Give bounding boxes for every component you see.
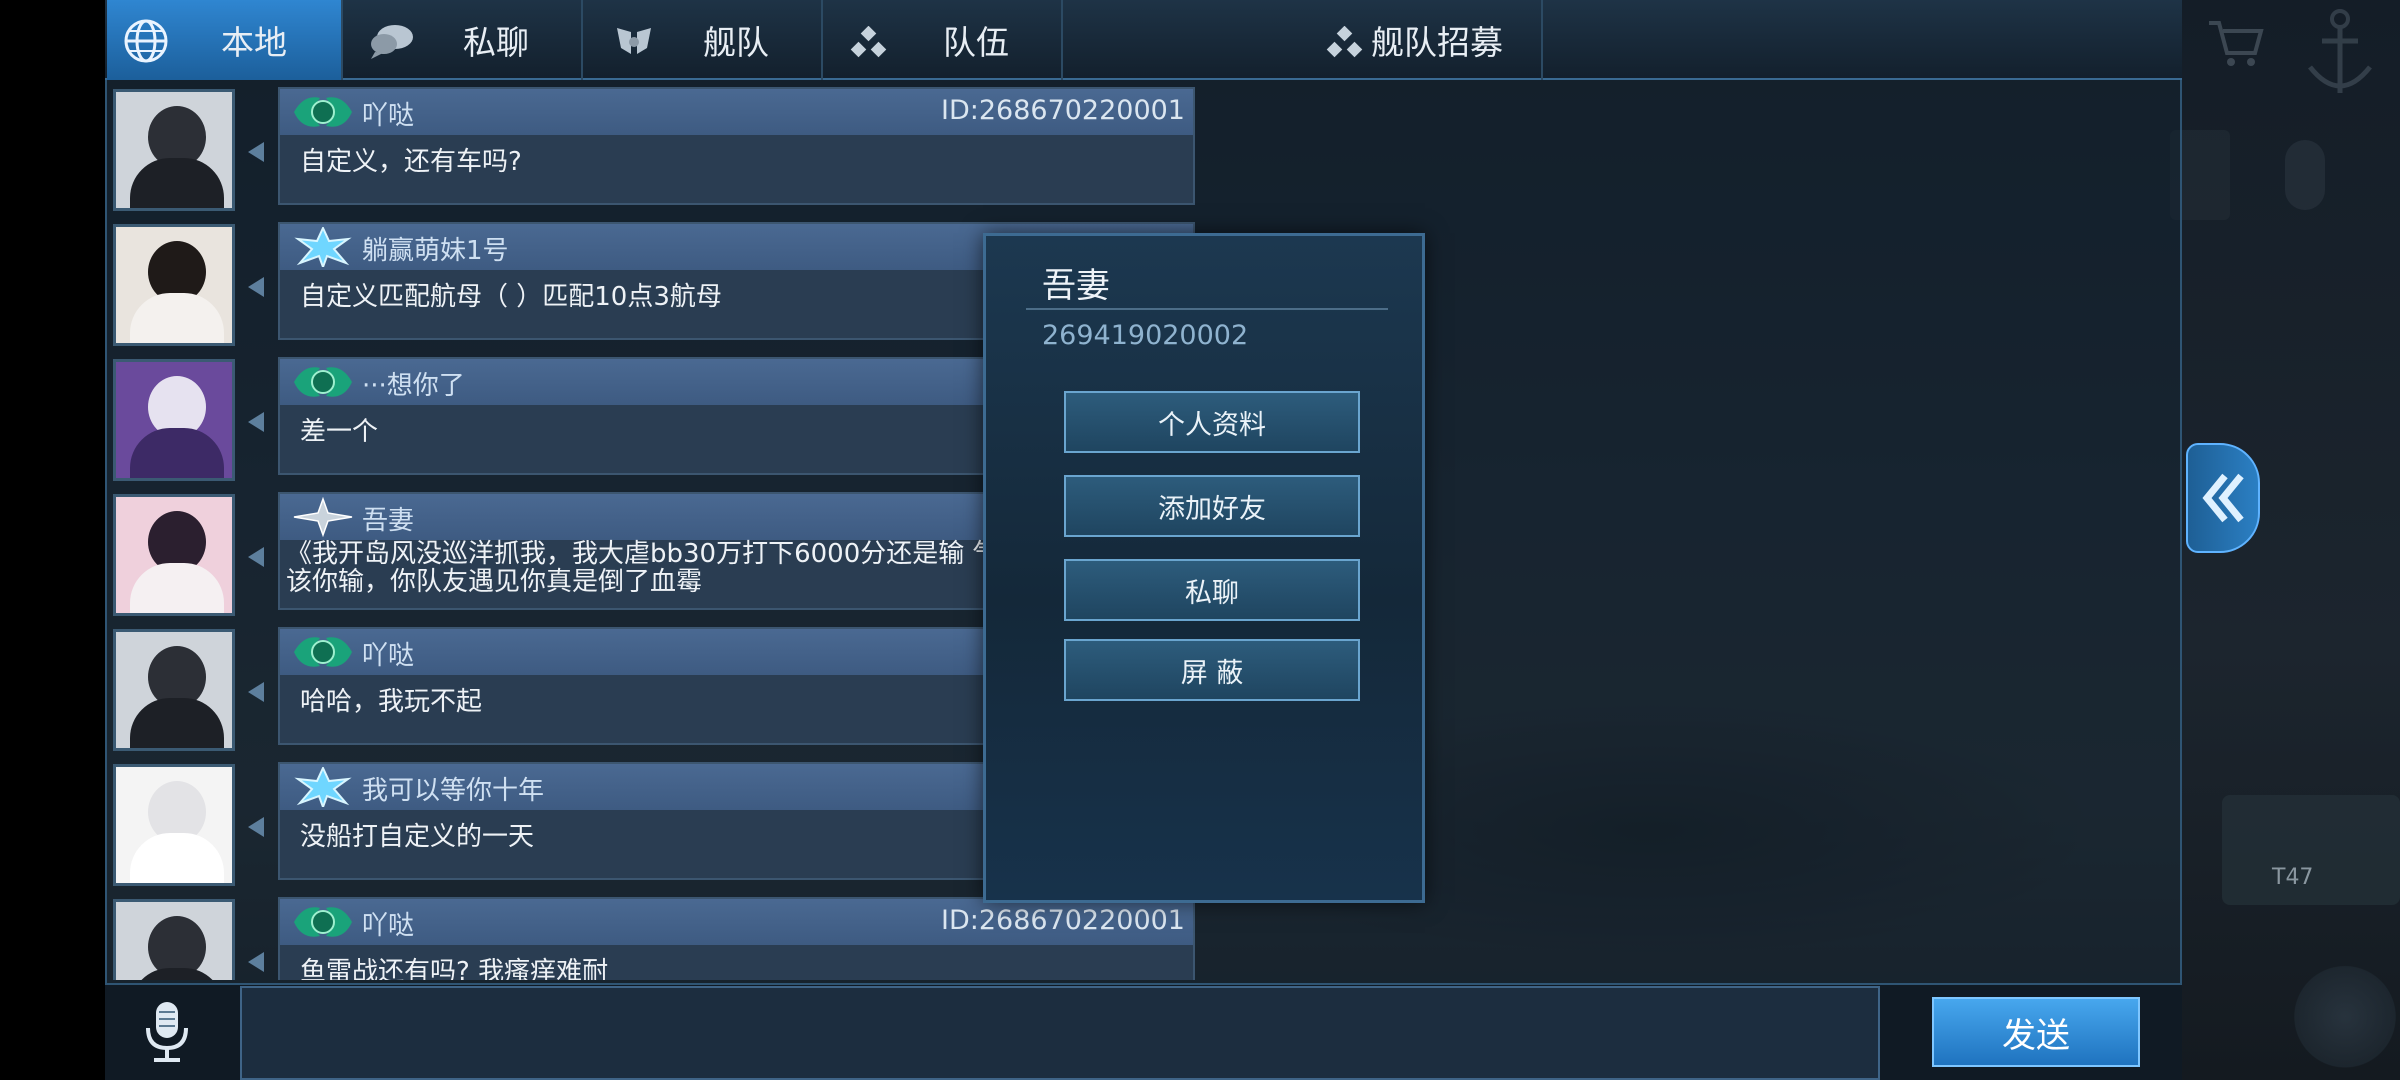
dim-arrow (2285, 140, 2325, 210)
anchor-icon[interactable] (2300, 5, 2380, 105)
green-laurel-badge-icon (294, 637, 352, 667)
sender-name[interactable]: ···想你了 (362, 365, 465, 402)
collapse-chat-button[interactable] (2186, 443, 2260, 553)
block-button[interactable]: 屏 蔽 (1064, 639, 1360, 701)
avatar[interactable] (113, 629, 235, 751)
player-context-menu: 吾妻 269419020002 个人资料 添加好友 私聊 屏 蔽 (983, 233, 1425, 903)
bubble-pointer (248, 682, 264, 702)
tab-label: 队伍 (943, 23, 1009, 62)
message-bubble: 吖哒 ID:268670220001 自定义，还有车吗? (278, 87, 1195, 205)
team-dots-icon (1326, 26, 1363, 58)
popup-player-id: 269419020002 (1042, 320, 1249, 351)
chat-message: 吖哒 ID:268670220001 鱼雷战还有吗? 我瘙痒难耐 (105, 897, 1195, 980)
bubble-pointer (248, 277, 264, 297)
double-chevron-left-icon (2202, 473, 2244, 523)
microphone-icon[interactable] (132, 998, 202, 1064)
crystal-star-badge-icon (294, 227, 352, 267)
add-friend-button[interactable]: 添加好友 (1064, 475, 1360, 537)
tab-label: 私聊 (463, 23, 529, 62)
avatar[interactable] (113, 89, 235, 211)
bubble-pointer (248, 412, 264, 432)
shop-cart-icon[interactable] (2205, 15, 2265, 70)
send-button[interactable]: 发送 (1932, 997, 2140, 1067)
team-dots-icon (850, 26, 887, 58)
tab-label: 舰队招募 (1371, 23, 1503, 62)
tab-fleet[interactable]: 舰队 (583, 0, 823, 80)
message-text: 自定义匹配航母（ ）匹配10点3航母 (300, 282, 722, 312)
captain-avatar[interactable] (2290, 965, 2400, 1080)
chat-message: 吖哒 ID:268670220001 自定义，还有车吗? (105, 87, 1195, 215)
tab-private[interactable]: 私聊 (343, 0, 583, 80)
private-chat-button[interactable]: 私聊 (1064, 559, 1360, 621)
bubble-pointer (248, 142, 264, 162)
bubble-pointer (248, 952, 264, 972)
tab-label: 舰队 (703, 23, 769, 62)
popup-player-name: 吾妻 (1042, 266, 1110, 306)
chat-bubble-icon (371, 25, 413, 59)
fleet-emblem-icon (617, 28, 651, 54)
message-text: 自定义，还有车吗? (300, 147, 522, 177)
message-text: 差一个 (300, 417, 379, 447)
sender-name[interactable]: 吖哒 (362, 635, 414, 672)
chat-message-input[interactable] (240, 986, 1880, 1080)
message-text: 哈哈，我玩不起 (300, 687, 483, 717)
bubble-pointer (248, 817, 264, 837)
ship-card-label: T47 (2272, 865, 2314, 890)
bubble-pointer (248, 547, 264, 567)
sender-name[interactable]: 吖哒 (362, 95, 414, 132)
ship-card[interactable]: T47 (2222, 795, 2400, 905)
sender-name[interactable]: 吾妻 (362, 500, 414, 537)
sender-id: ID:268670220001 (941, 95, 1185, 126)
avatar[interactable] (113, 224, 235, 346)
divider (1026, 308, 1388, 310)
green-laurel-badge-icon (294, 97, 352, 127)
tab-fleet-recruit[interactable]: 舰队招募 (1063, 0, 1543, 80)
view-profile-button[interactable]: 个人资料 (1064, 391, 1360, 453)
tab-label: 本地 (221, 23, 287, 62)
message-text: 鱼雷战还有吗? 我瘙痒难耐 (300, 957, 609, 980)
sender-name[interactable]: 吖哒 (362, 905, 414, 942)
sender-name[interactable]: 我可以等你十年 (362, 770, 544, 807)
message-text: 没船打自定义的一天 (300, 822, 535, 852)
chat-tab-bar: 本地 私聊 舰队 队伍 舰队招募 (105, 0, 2182, 80)
tab-team[interactable]: 队伍 (823, 0, 1063, 80)
message-bubble: 吖哒 ID:268670220001 鱼雷战还有吗? 我瘙痒难耐 (278, 897, 1195, 980)
crystal-star-badge-icon (294, 767, 352, 807)
avatar[interactable] (113, 764, 235, 886)
green-laurel-badge-icon (294, 367, 352, 397)
avatar[interactable] (113, 359, 235, 481)
sender-id: ID:268670220001 (941, 905, 1185, 936)
avatar[interactable] (113, 494, 235, 616)
avatar[interactable] (113, 899, 235, 980)
screen-edge (0, 0, 105, 1080)
sender-name[interactable]: 躺赢萌妹1号 (362, 230, 509, 267)
tab-local[interactable]: 本地 (107, 0, 343, 80)
green-laurel-badge-icon (294, 907, 352, 937)
silver-star-badge-icon (293, 497, 353, 537)
globe-icon (124, 19, 168, 63)
